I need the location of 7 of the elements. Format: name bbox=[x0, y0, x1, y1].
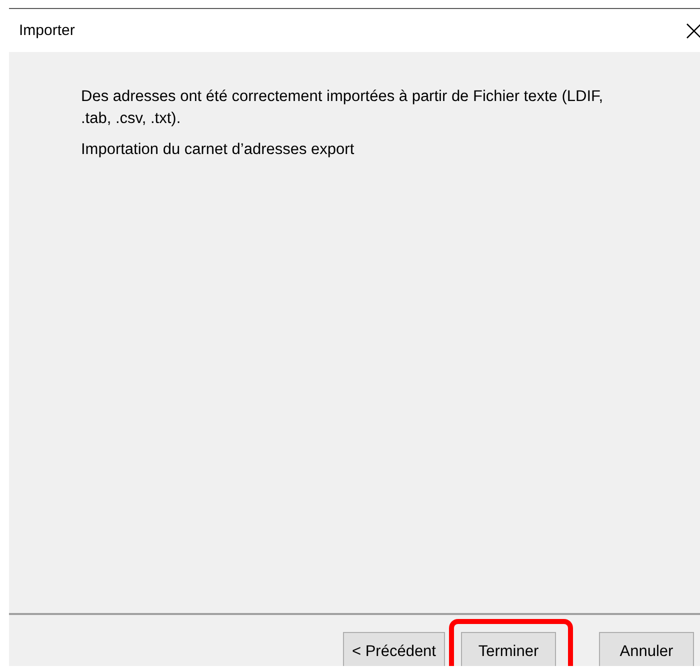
close-icon[interactable] bbox=[686, 22, 700, 38]
window-title: Importer bbox=[19, 22, 75, 39]
dialog-button[interactable]: Annuler bbox=[599, 632, 694, 666]
dialog-button[interactable]: < Précédent bbox=[342, 632, 445, 666]
dialog-button[interactable]: Terminer bbox=[461, 632, 556, 666]
message-text: Importation du carnet d’adresses export bbox=[81, 140, 356, 160]
message-text: Des adresses ont été correctement importées à partir de Fichier texte (LDIF, .tab, .csv, .txt). bbox=[81, 87, 604, 129]
